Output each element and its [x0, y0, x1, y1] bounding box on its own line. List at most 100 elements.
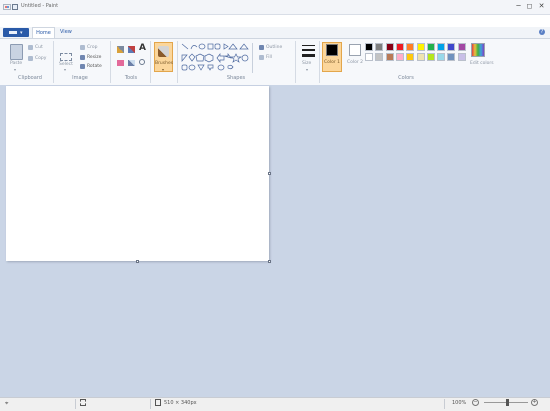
chevron-down-icon[interactable]: ▾: [14, 67, 16, 72]
quick-access-save-icon[interactable]: [12, 4, 18, 10]
selection-size-icon: [80, 399, 86, 406]
file-menu-icon: [9, 31, 17, 34]
color-swatch[interactable]: [385, 43, 394, 51]
colors-group-label: Colors: [398, 75, 414, 81]
shapes-gallery[interactable]: [181, 43, 253, 73]
brushes-label: Brushes: [155, 61, 174, 66]
color-swatch[interactable]: [365, 43, 373, 51]
copy-label[interactable]: Copy: [35, 56, 46, 61]
paste-icon[interactable]: [10, 44, 23, 60]
group-divider: [53, 41, 54, 83]
zoom-out-button[interactable]: −: [472, 399, 479, 406]
copy-icon[interactable]: [28, 56, 33, 61]
outline-icon[interactable]: [259, 45, 264, 50]
group-divider: [150, 41, 151, 83]
drawing-canvas[interactable]: [6, 86, 269, 261]
group-divider: [295, 41, 296, 83]
brush-icon: [158, 46, 169, 57]
eraser-icon[interactable]: [117, 60, 124, 66]
size-line-2: [302, 49, 315, 51]
pencil-icon[interactable]: [117, 46, 124, 53]
ribbon-tab-row: [0, 27, 550, 38]
color-swatch[interactable]: [437, 53, 446, 61]
minimize-button[interactable]: ─: [513, 1, 524, 11]
title-bar: [0, 0, 550, 15]
resize-label[interactable]: Resize: [87, 55, 101, 60]
close-button[interactable]: ✕: [536, 1, 547, 11]
chevron-down-icon[interactable]: ▾: [306, 67, 308, 72]
size-line-3: [302, 54, 315, 57]
color-swatch[interactable]: [416, 53, 425, 61]
fill-bucket-icon[interactable]: [128, 46, 135, 53]
color1-swatch: [326, 44, 338, 56]
color-swatch[interactable]: [385, 53, 394, 61]
status-divider: [75, 399, 76, 409]
color-swatch[interactable]: [406, 43, 415, 51]
cut-label[interactable]: Cut: [35, 45, 43, 50]
group-divider: [110, 41, 111, 83]
size-label[interactable]: Size: [302, 61, 311, 66]
window-title: Untitled - Paint: [21, 3, 59, 9]
shapes-group-label: Shapes: [226, 75, 246, 81]
clipboard-group-label: Clipboard: [18, 75, 42, 81]
resize-handle-bottom[interactable]: [136, 260, 139, 263]
color-swatch[interactable]: [426, 43, 435, 51]
tools-group-label: Tools: [124, 75, 138, 81]
canvas-size-text: 510 × 340px: [164, 400, 197, 406]
color-swatch[interactable]: [457, 53, 466, 61]
help-icon[interactable]: ?: [539, 29, 545, 35]
color2-label[interactable]: Color 2: [347, 60, 363, 65]
paint-app-icon[interactable]: [3, 3, 11, 11]
cut-icon[interactable]: [28, 45, 33, 50]
color-swatch[interactable]: [395, 53, 404, 61]
color-swatch[interactable]: [365, 53, 373, 61]
tab-home[interactable]: Home: [32, 27, 55, 38]
paste-label[interactable]: Paste: [10, 61, 22, 66]
edit-colors-icon[interactable]: [471, 43, 485, 57]
crop-icon[interactable]: [80, 45, 85, 50]
fill-icon[interactable]: [259, 55, 264, 60]
color2-swatch[interactable]: [349, 44, 361, 56]
resize-handle-right[interactable]: [268, 172, 271, 175]
zoom-slider-thumb[interactable]: [506, 399, 509, 406]
color-swatch[interactable]: [457, 43, 466, 51]
color-swatch[interactable]: [416, 43, 425, 51]
status-divider: [150, 399, 151, 409]
zoom-level: 100%: [452, 400, 467, 406]
color-swatch[interactable]: [406, 53, 415, 61]
maximize-button[interactable]: ◻: [524, 1, 535, 11]
resize-icon[interactable]: [80, 55, 85, 60]
canvas-size-icon: [155, 399, 161, 406]
image-group-label: Image: [72, 75, 88, 81]
group-divider: [177, 41, 178, 83]
group-divider: [319, 41, 320, 83]
color-swatch[interactable]: [447, 53, 456, 61]
rotate-icon[interactable]: [80, 64, 85, 69]
select-icon[interactable]: [60, 53, 72, 61]
rotate-label[interactable]: Rotate: [87, 64, 102, 69]
tab-view[interactable]: View: [60, 27, 72, 38]
size-line-1: [302, 45, 315, 46]
crop-label[interactable]: Crop: [87, 45, 98, 50]
magnifier-icon[interactable]: [139, 59, 145, 65]
color-palette: [365, 43, 469, 63]
color-swatch[interactable]: [375, 53, 384, 61]
shapes-scroll[interactable]: [252, 43, 257, 73]
color-swatch[interactable]: [395, 43, 404, 51]
text-icon[interactable]: A: [139, 44, 146, 53]
outline-label[interactable]: Outline: [266, 45, 282, 50]
zoom-in-button[interactable]: +: [531, 399, 538, 406]
color-swatch[interactable]: [447, 43, 456, 51]
chevron-down-icon: ▾: [20, 30, 23, 36]
chevron-down-icon[interactable]: ▾: [64, 67, 66, 72]
status-divider: [444, 399, 445, 409]
edit-colors-label[interactable]: Edit colors: [470, 61, 494, 66]
color1-label: Color 1: [324, 60, 341, 65]
resize-handle-corner[interactable]: [268, 260, 271, 263]
color-picker-icon[interactable]: [128, 60, 135, 66]
color-swatch[interactable]: [375, 43, 384, 51]
color-swatch[interactable]: [426, 53, 435, 61]
cursor-position-icon: ⌖: [5, 400, 9, 407]
fill-label[interactable]: Fill: [266, 55, 272, 60]
color-swatch[interactable]: [437, 43, 446, 51]
